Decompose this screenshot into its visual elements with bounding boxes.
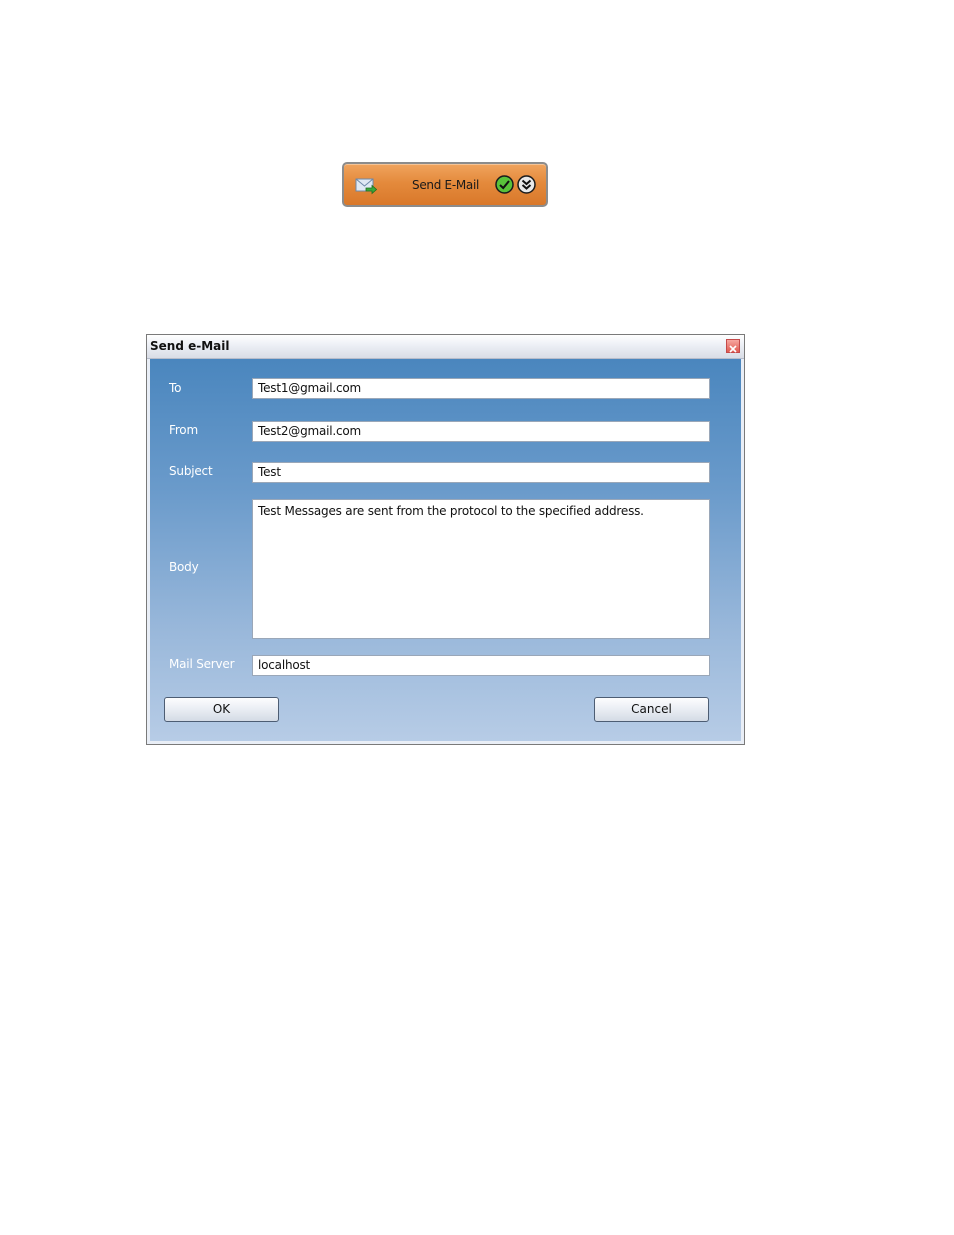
double-chevron-down-icon[interactable] bbox=[517, 175, 536, 194]
green-check-icon[interactable] bbox=[495, 175, 514, 194]
ok-button[interactable]: OK bbox=[164, 697, 279, 722]
close-icon bbox=[729, 345, 737, 353]
from-label: From bbox=[169, 423, 198, 437]
to-label: To bbox=[169, 381, 182, 395]
cancel-button[interactable]: Cancel bbox=[594, 697, 709, 722]
mail-server-label: Mail Server bbox=[169, 657, 235, 671]
body-label: Body bbox=[169, 560, 199, 574]
envelope-arrow-icon bbox=[355, 177, 378, 195]
dialog-body: To Test1@gmail.com From Test2@gmail.com … bbox=[150, 359, 741, 741]
dialog-titlebar[interactable]: Send e-Mail bbox=[147, 335, 744, 359]
body-textarea[interactable]: Test Messages are sent from the protocol… bbox=[252, 499, 710, 639]
to-field[interactable]: Test1@gmail.com bbox=[252, 378, 710, 399]
dialog-title: Send e-Mail bbox=[150, 339, 230, 353]
subject-field[interactable]: Test bbox=[252, 462, 710, 483]
send-email-dialog: Send e-Mail To Test1@gmail.com From Test… bbox=[146, 334, 745, 745]
subject-label: Subject bbox=[169, 464, 213, 478]
close-button[interactable] bbox=[726, 339, 740, 353]
from-field[interactable]: Test2@gmail.com bbox=[252, 421, 710, 442]
send-email-block[interactable]: Send E-Mail bbox=[342, 162, 548, 207]
block-label: Send E-Mail bbox=[412, 178, 480, 192]
mail-server-field[interactable]: localhost bbox=[252, 655, 710, 676]
